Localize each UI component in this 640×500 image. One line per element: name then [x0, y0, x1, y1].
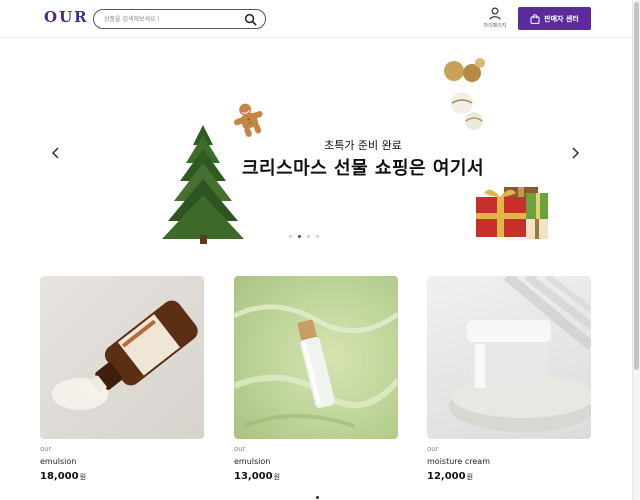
carousel-dot[interactable]	[289, 235, 292, 238]
site-logo[interactable]: OUR	[44, 8, 89, 26]
seller-center-button[interactable]: 판매자 센터	[518, 7, 591, 30]
ornaments-image	[444, 58, 485, 130]
search-icon[interactable]	[244, 13, 257, 26]
product-image[interactable]	[40, 276, 204, 439]
shopping-bag-icon	[530, 13, 540, 24]
moon-icon[interactable]	[459, 11, 473, 25]
product-brand: our	[40, 445, 52, 453]
price-currency: 원	[466, 473, 474, 481]
product-price: 18,000원	[40, 471, 204, 482]
product-brand: our	[234, 445, 246, 453]
user-icon	[489, 7, 501, 20]
mypage-label: 마이페이지	[483, 23, 507, 29]
site-header: OUR 마이페이지 판매자 센터	[0, 0, 640, 38]
search-input[interactable]	[104, 13, 242, 25]
product-card[interactable]: our moisture cream 12,000원	[427, 276, 591, 482]
price-value: 13,000	[234, 471, 273, 482]
product-price: 12,000원	[427, 471, 591, 482]
price-value: 12,000	[427, 471, 466, 482]
banner-subtitle: 초특가 준비 완료	[324, 139, 402, 152]
price-currency: 원	[79, 473, 87, 481]
product-name[interactable]: moisture cream	[427, 457, 591, 466]
product-name[interactable]: emulsion	[40, 457, 204, 466]
seller-center-label: 판매자 센터	[544, 14, 579, 23]
carousel-dot[interactable]	[307, 235, 310, 238]
product-price: 13,000원	[234, 471, 398, 482]
product-image[interactable]	[427, 276, 591, 439]
banner-title: 크리스마스 선물 쇼핑은 여기서	[241, 158, 485, 179]
search-bar[interactable]	[93, 9, 266, 29]
carousel-dot[interactable]	[316, 235, 319, 238]
mypage-link[interactable]: 마이페이지	[481, 7, 509, 33]
carousel-indicator	[289, 235, 319, 238]
product-card[interactable]: our emulsion 13,000원	[234, 276, 398, 482]
scrollbar-thumb[interactable]	[634, 2, 639, 370]
gift-boxes-image	[476, 187, 548, 239]
product-name[interactable]: emulsion	[234, 457, 398, 466]
loading-dot	[316, 496, 319, 499]
page-scrollbar[interactable]	[632, 0, 640, 500]
product-brand: our	[427, 445, 439, 453]
carousel-dot-active[interactable]	[298, 235, 301, 238]
product-image[interactable]	[234, 276, 398, 439]
promo-banner: 초특가 준비 완료 크리스마스 선물 쇼핑은 여기서	[0, 39, 632, 254]
price-currency: 원	[273, 473, 281, 481]
price-value: 18,000	[40, 471, 79, 482]
gingerbread-cookie-image	[234, 103, 263, 137]
product-card[interactable]: our emulsion 18,000원	[40, 276, 204, 482]
